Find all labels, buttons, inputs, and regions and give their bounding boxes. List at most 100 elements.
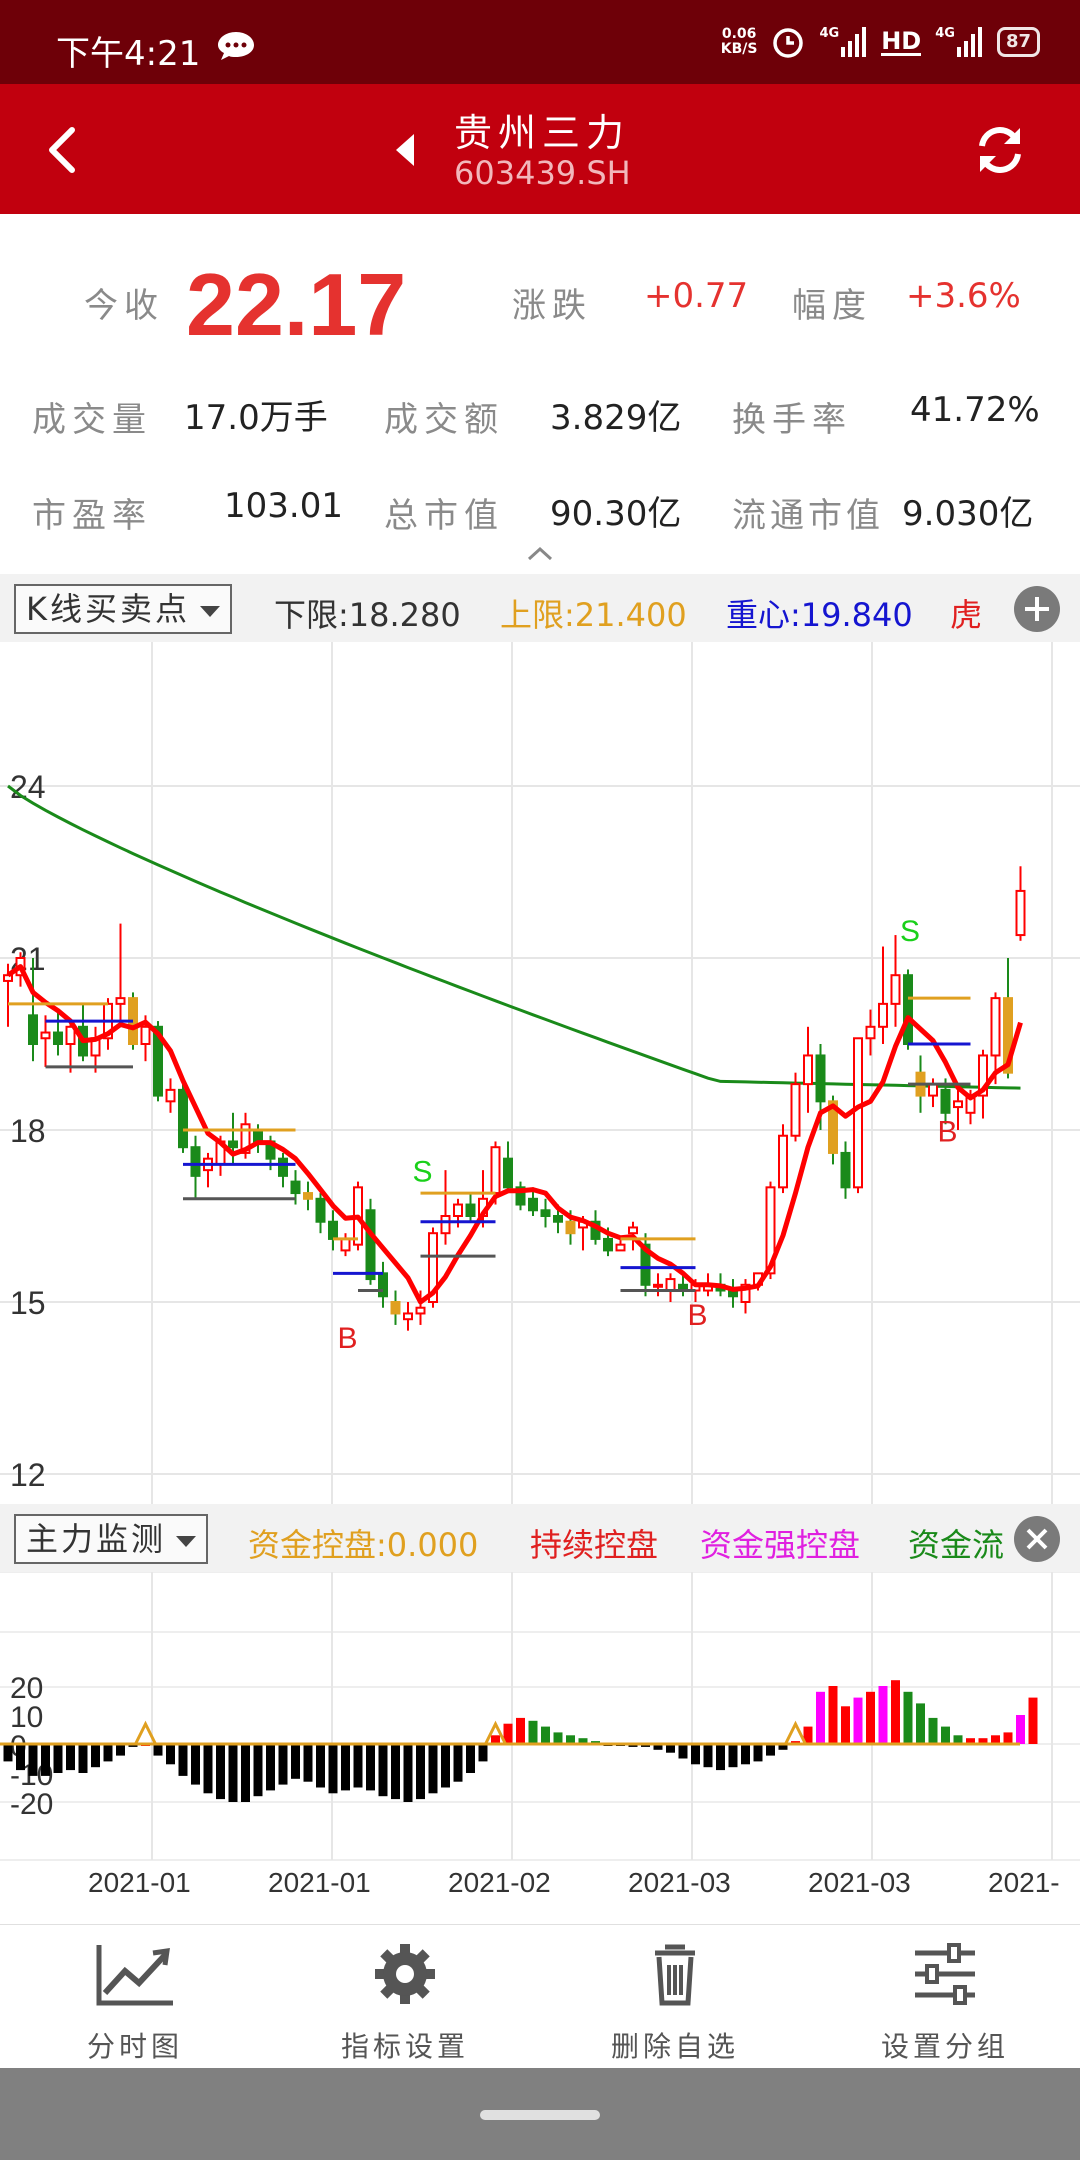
candle-body bbox=[178, 1088, 188, 1149]
candle-body bbox=[990, 997, 1001, 1057]
tab-indicator-settings[interactable]: 指标设置 bbox=[270, 1925, 540, 2069]
y-tick-label: 15 bbox=[10, 1285, 46, 1321]
fund-bar bbox=[816, 1691, 825, 1744]
fund-bar bbox=[116, 1744, 125, 1756]
fund-bar bbox=[378, 1744, 388, 1797]
turnover-label: 成交额 bbox=[384, 400, 504, 440]
upper-limit: 上限:21.400 bbox=[500, 596, 687, 634]
fund-bar bbox=[3, 1744, 13, 1762]
candle-body bbox=[540, 1209, 551, 1217]
fund-bar bbox=[78, 1744, 88, 1773]
fund-bar bbox=[216, 1744, 225, 1800]
plus-icon bbox=[1025, 597, 1049, 621]
lower-limit: 下限:18.280 bbox=[274, 596, 461, 634]
tab-delete-watchlist[interactable]: 删除自选 bbox=[540, 1925, 810, 2069]
float-cap-value: 9.030亿 bbox=[902, 494, 1034, 534]
chevron-up-icon[interactable] bbox=[526, 544, 554, 562]
candle-body bbox=[653, 1283, 663, 1288]
fund-bar bbox=[878, 1686, 888, 1744]
candle-body bbox=[115, 997, 126, 1005]
x-tick-label: 2021- bbox=[988, 1867, 1060, 1898]
fund-bar bbox=[303, 1744, 313, 1782]
fund-bar bbox=[528, 1720, 538, 1744]
candle-body bbox=[328, 1220, 338, 1240]
back-arrow-icon[interactable] bbox=[40, 122, 90, 178]
fund-bar bbox=[728, 1744, 738, 1768]
prev-stock-icon[interactable] bbox=[392, 132, 418, 168]
fund-bar bbox=[753, 1744, 763, 1762]
fund-bar bbox=[328, 1744, 338, 1794]
fund-monitor-chart[interactable]: 20100-10-202021-012021-012021-022021-032… bbox=[0, 1572, 1080, 1924]
candle-body bbox=[603, 1237, 613, 1252]
gear-icon bbox=[375, 1944, 435, 2004]
x-tick-label: 2021-01 bbox=[88, 1867, 191, 1898]
fund-bar bbox=[253, 1744, 263, 1797]
fund-bar bbox=[1003, 1732, 1013, 1744]
kline-chart[interactable]: 2421181512SBSBSB bbox=[0, 642, 1080, 1504]
fund-bar bbox=[153, 1744, 163, 1756]
fund-bar bbox=[828, 1686, 838, 1744]
home-indicator[interactable] bbox=[480, 2110, 600, 2120]
candle-body bbox=[190, 1146, 201, 1177]
volume-label: 成交量 bbox=[32, 400, 152, 440]
fund-bar bbox=[441, 1744, 450, 1788]
tab-intraday[interactable]: 分时图 bbox=[0, 1925, 270, 2069]
fund-bar bbox=[178, 1744, 188, 1776]
fund-bar bbox=[741, 1744, 750, 1765]
candle-body bbox=[953, 1100, 963, 1109]
candle-body bbox=[840, 1151, 851, 1189]
x-tick-label: 2021-03 bbox=[808, 1867, 911, 1898]
candle-body bbox=[465, 1203, 476, 1217]
candle-body bbox=[228, 1140, 238, 1149]
fund-bar bbox=[291, 1744, 300, 1779]
candle-body bbox=[28, 1014, 38, 1046]
sub-indicator-select[interactable]: 主力监测 bbox=[14, 1514, 209, 1564]
candle-body bbox=[1015, 889, 1026, 937]
chevron-down-icon bbox=[176, 1536, 197, 1547]
fund-bar bbox=[103, 1744, 113, 1762]
x-tick-label: 2021-03 bbox=[628, 1867, 731, 1898]
candle-body bbox=[340, 1237, 351, 1252]
candle-body bbox=[778, 1134, 788, 1189]
candle-body bbox=[865, 1025, 876, 1040]
fund-bar bbox=[191, 1744, 200, 1785]
fund-bar bbox=[928, 1717, 938, 1744]
candle-body bbox=[53, 1031, 63, 1045]
fund-bar bbox=[1016, 1715, 1025, 1744]
change-label: 涨跌 bbox=[512, 286, 592, 326]
refresh-icon[interactable] bbox=[972, 122, 1028, 178]
battery-icon: 87 bbox=[996, 27, 1040, 57]
fund-bar bbox=[541, 1726, 550, 1744]
candle-body bbox=[453, 1203, 463, 1217]
candle-body bbox=[278, 1157, 288, 1177]
sub-indicator-bar: 主力监测 资金控盘:0.000 持续控盘 资金强控盘 资金流 bbox=[0, 1504, 1080, 1572]
indicator-select[interactable]: K线买卖点 bbox=[14, 584, 232, 634]
amplitude-label: 幅度 bbox=[792, 286, 872, 326]
tab-group-settings[interactable]: 设置分组 bbox=[810, 1925, 1080, 2069]
fund-bar bbox=[53, 1744, 63, 1773]
short-ma-line bbox=[6, 964, 1023, 1305]
fund-bar bbox=[166, 1744, 175, 1765]
candle-body bbox=[253, 1129, 263, 1143]
y-tick-label: 12 bbox=[10, 1457, 46, 1493]
fund-bar bbox=[278, 1744, 288, 1785]
fund-bar bbox=[241, 1744, 250, 1802]
close-indicator-button[interactable] bbox=[1014, 1516, 1060, 1562]
fund-bar bbox=[703, 1744, 713, 1768]
candle-body bbox=[553, 1215, 563, 1223]
fund-bar bbox=[903, 1691, 913, 1744]
candle-body bbox=[440, 1215, 451, 1235]
add-indicator-button[interactable] bbox=[1014, 586, 1060, 632]
candle-body bbox=[365, 1209, 376, 1281]
float-cap-label: 流通市值 bbox=[732, 496, 884, 536]
signal-b: B bbox=[688, 1299, 708, 1332]
system-navigation-bar bbox=[0, 2068, 1080, 2160]
stock-code: 603439.SH bbox=[454, 154, 631, 192]
status-icons: 0.06 KB/S 4G HD 4G 87 bbox=[721, 22, 1040, 62]
trash-icon bbox=[655, 1944, 695, 2006]
volume-value: 17.0万手 bbox=[184, 398, 328, 438]
fund-bar bbox=[841, 1706, 850, 1744]
fund-bar bbox=[416, 1744, 425, 1800]
signal-triangle bbox=[784, 1720, 807, 1745]
fund-bar bbox=[866, 1691, 875, 1744]
